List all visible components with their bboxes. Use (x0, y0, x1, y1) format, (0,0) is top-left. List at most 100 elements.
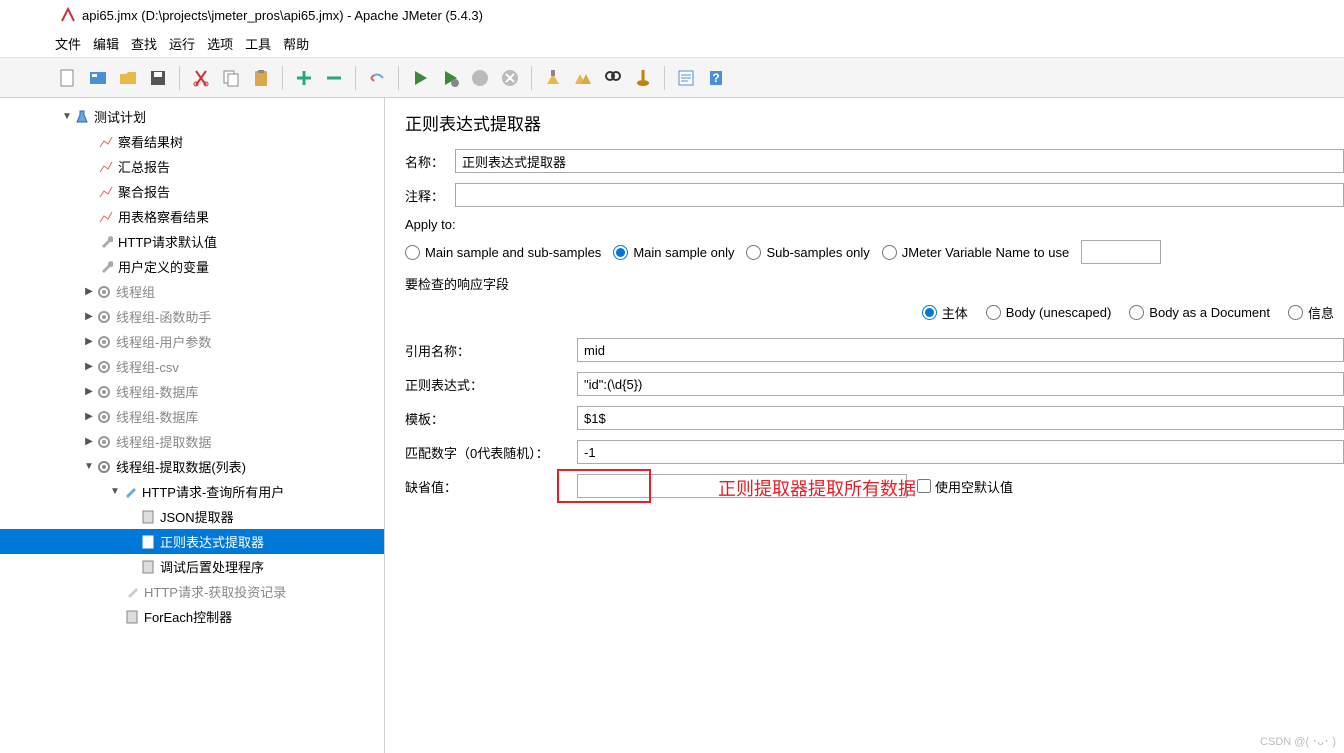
tree-item[interactable]: 用表格察看结果 (0, 204, 384, 229)
search-button[interactable] (600, 65, 626, 91)
resp-document[interactable]: Body as a Document (1129, 303, 1270, 322)
toolbar: ? (0, 58, 1344, 98)
name-label: 名称： (405, 152, 455, 171)
menu-options[interactable]: 选项 (207, 34, 233, 53)
resp-body[interactable]: 主体 (922, 303, 968, 322)
name-input[interactable] (455, 149, 1344, 173)
doc-icon (140, 534, 156, 550)
regex-input[interactable] (577, 372, 1344, 396)
gear-icon (96, 284, 112, 300)
tree-item[interactable]: ▼HTTP请求-查询所有用户 (0, 479, 384, 504)
copy-button[interactable] (218, 65, 244, 91)
paste-button[interactable] (248, 65, 274, 91)
tree-item[interactable]: 聚合报告 (0, 179, 384, 204)
use-empty-checkbox[interactable]: 使用空默认值 (917, 477, 1013, 496)
tree-item[interactable]: ▶线程组-用户参数 (0, 329, 384, 354)
menu-tools[interactable]: 工具 (245, 34, 271, 53)
menubar: 文件 编辑 查找 运行 选项 工具 帮助 (0, 30, 1344, 58)
tree-item[interactable]: JSON提取器 (0, 504, 384, 529)
default-label: 缺省值： (405, 477, 577, 496)
undo-icon[interactable] (364, 65, 390, 91)
tree-item[interactable]: 调试后置处理程序 (0, 554, 384, 579)
graph-icon (98, 134, 114, 150)
tree-item[interactable]: ▶线程组-数据库 (0, 404, 384, 429)
add-button[interactable] (291, 65, 317, 91)
function-helper-button[interactable] (630, 65, 656, 91)
run-noTimer-button[interactable] (437, 65, 463, 91)
wrench-icon (98, 259, 114, 275)
gear-icon (96, 434, 112, 450)
tree-item[interactable]: ▶线程组 (0, 279, 384, 304)
tree-item[interactable]: ForEach控制器 (0, 604, 384, 629)
gear-icon (96, 359, 112, 375)
apply-opt-main[interactable]: Main sample only (613, 245, 734, 260)
pipette-icon (124, 584, 140, 600)
gear-icon (96, 334, 112, 350)
tree-item[interactable]: ▶线程组-数据库 (0, 379, 384, 404)
watermark: CSDN @( ･ᴗ･ ) (1260, 733, 1336, 749)
run-button[interactable] (407, 65, 433, 91)
graph-icon (98, 159, 114, 175)
log-button[interactable] (673, 65, 699, 91)
default-input[interactable] (577, 474, 907, 498)
tree-item[interactable]: ▶线程组-csv (0, 354, 384, 379)
details-panel: 正则表达式提取器 名称： 注释： Apply to: Main sample a… (385, 98, 1344, 753)
refname-label: 引用名称： (405, 341, 577, 360)
menu-search[interactable]: 查找 (131, 34, 157, 53)
match-label: 匹配数字（0代表随机）： (405, 443, 577, 462)
apply-to-label: Apply to: (405, 217, 1344, 232)
wrench-icon (98, 234, 114, 250)
graph-icon (98, 184, 114, 200)
app-icon (60, 7, 76, 23)
tree-panel[interactable]: ▼测试计划 察看结果树 汇总报告 聚合报告 用表格察看结果 HTTP请求默认值 … (0, 98, 385, 753)
remove-button[interactable] (321, 65, 347, 91)
window-title: api65.jmx (D:\projects\jmeter_pros\api65… (82, 8, 483, 23)
menu-run[interactable]: 运行 (169, 34, 195, 53)
pipette-icon (122, 484, 138, 500)
tree-item[interactable]: 用户定义的变量 (0, 254, 384, 279)
open-button[interactable] (115, 65, 141, 91)
regex-label: 正则表达式： (405, 375, 577, 394)
help-button[interactable]: ? (703, 65, 729, 91)
apply-opt-var[interactable]: JMeter Variable Name to use (882, 245, 1069, 260)
clear-button[interactable] (540, 65, 566, 91)
resp-unescaped[interactable]: Body (unescaped) (986, 303, 1112, 322)
menu-help[interactable]: 帮助 (283, 34, 309, 53)
comment-input[interactable] (455, 183, 1344, 207)
new-button[interactable] (55, 65, 81, 91)
tree-item[interactable]: HTTP请求-获取投资记录 (0, 579, 384, 604)
templates-button[interactable] (85, 65, 111, 91)
cut-button[interactable] (188, 65, 214, 91)
template-label: 模板： (405, 409, 577, 428)
tree-item[interactable]: ▶线程组-函数助手 (0, 304, 384, 329)
stop-button[interactable] (467, 65, 493, 91)
clear-all-button[interactable] (570, 65, 596, 91)
comment-label: 注释： (405, 186, 455, 205)
gear-icon (96, 384, 112, 400)
apply-opt-all[interactable]: Main sample and sub-samples (405, 245, 601, 260)
variable-name-input[interactable] (1081, 240, 1161, 264)
tree-item[interactable]: 汇总报告 (0, 154, 384, 179)
tree-item[interactable]: 察看结果树 (0, 129, 384, 154)
menu-edit[interactable]: 编辑 (93, 34, 119, 53)
apply-opt-sub[interactable]: Sub-samples only (746, 245, 869, 260)
tree-root[interactable]: ▼测试计划 (0, 104, 384, 129)
svg-text:?: ? (712, 71, 719, 85)
shutdown-button[interactable] (497, 65, 523, 91)
tree-item-selected[interactable]: 正则表达式提取器 (0, 529, 384, 554)
titlebar: api65.jmx (D:\projects\jmeter_pros\api65… (0, 0, 1344, 30)
refname-input[interactable] (577, 338, 1344, 362)
gear-icon (96, 409, 112, 425)
tree-item[interactable]: HTTP请求默认值 (0, 229, 384, 254)
tree-item[interactable]: ▼线程组-提取数据(列表) (0, 454, 384, 479)
template-input[interactable] (577, 406, 1344, 430)
resp-info[interactable]: 信息 (1288, 303, 1334, 322)
graph-icon (98, 209, 114, 225)
menu-file[interactable]: 文件 (55, 34, 81, 53)
flask-icon (74, 109, 90, 125)
match-input[interactable] (577, 440, 1344, 464)
tree-item[interactable]: ▶线程组-提取数据 (0, 429, 384, 454)
save-button[interactable] (145, 65, 171, 91)
field-to-check-label: 要检查的响应字段 (405, 274, 1344, 293)
doc-icon (140, 509, 156, 525)
